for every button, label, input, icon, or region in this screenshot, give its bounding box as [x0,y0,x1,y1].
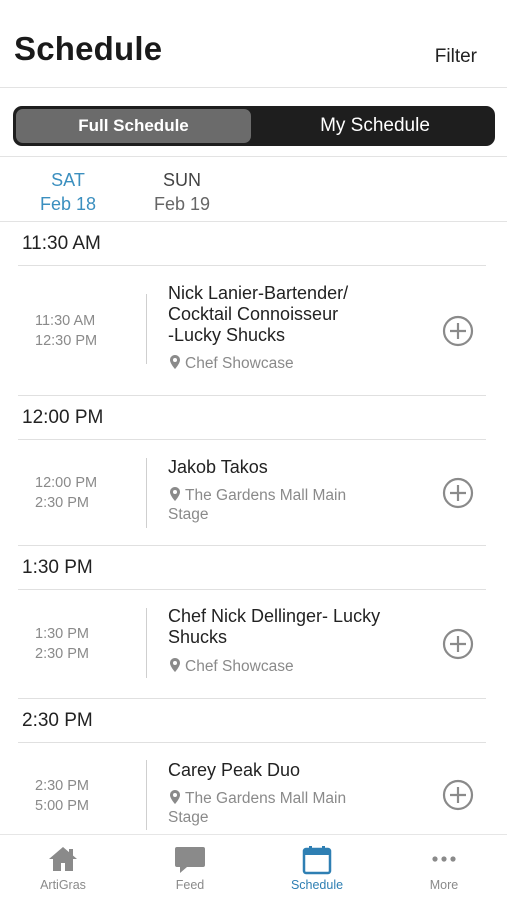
event-title-line: Chef Nick Dellinger- Lucky [168,606,381,626]
location-pin-icon [170,487,180,501]
divider [18,742,486,743]
divider [18,439,486,440]
tab-feed[interactable]: Feed [127,835,253,900]
event-title-line: Nick Lanier-Bartender/ [168,283,349,303]
time-slot-header: 11:30 AM [22,233,101,254]
location-pin-icon [170,658,180,672]
time-slot-header: 12:00 PM [22,407,104,428]
event-start-time: 2:30 PM [35,778,89,794]
day-tab-sat[interactable]: SAT Feb 18 [30,168,106,216]
location-line: The Gardens Mall Main [185,487,347,504]
divider [0,221,507,222]
divider [18,395,486,396]
event-title[interactable]: Nick Lanier-Bartender/ Cocktail Connoiss… [168,283,418,346]
divider [0,156,507,157]
time-separator [146,608,147,678]
divider [18,698,486,699]
tab-label: Schedule [290,878,344,892]
event-location: The Gardens Mall Main Stage [168,486,408,524]
event-location: Chef Showcase [168,354,408,373]
header-bar: Schedule Filter [0,0,507,88]
event-title[interactable]: Jakob Takos [168,457,418,478]
add-to-schedule-icon[interactable] [442,628,474,660]
event-end-time: 2:30 PM [35,495,89,511]
divider [18,265,486,266]
full-schedule-tab[interactable]: Full Schedule [16,109,251,143]
location-pin-icon [170,790,180,804]
add-to-schedule-icon[interactable] [442,477,474,509]
event-times: 2:30 PM 5:00 PM [35,776,89,816]
time-slot-header: 2:30 PM [22,710,93,731]
event-start-time: 12:00 PM [35,475,98,491]
time-separator [146,294,147,364]
more-dots-icon [432,856,456,862]
event-times: 11:30 AM 12:30 PM [35,311,97,351]
location-pin-icon [170,355,180,369]
time-separator [146,458,147,528]
tab-label: Feed [175,878,205,892]
add-to-schedule-icon[interactable] [442,779,474,811]
location-line: The Gardens Mall Main [185,790,347,807]
schedule-segmented-control: Full Schedule My Schedule [13,106,495,146]
event-title[interactable]: Chef Nick Dellinger- Lucky Shucks [168,606,418,648]
my-schedule-tab[interactable]: My Schedule [255,109,495,143]
location-line: Stage [168,506,209,523]
event-title-line: Cocktail Connoisseur [168,304,339,324]
add-to-schedule-icon[interactable] [442,315,474,347]
tab-schedule[interactable]: Schedule [254,835,380,900]
tab-more[interactable]: More [381,835,507,900]
divider [18,589,486,590]
calendar-icon [302,846,332,875]
time-separator [146,760,147,830]
event-location: Chef Showcase [168,657,408,676]
tab-label: ArtiGras [40,878,86,892]
event-start-time: 1:30 PM [35,626,89,642]
event-times: 1:30 PM 2:30 PM [35,624,89,664]
event-start-time: 11:30 AM [35,313,96,329]
day-of-week: SUN [162,170,201,190]
day-date: Feb 19 [153,194,211,214]
event-end-time: 2:30 PM [35,646,89,662]
filter-button[interactable]: Filter [435,46,477,68]
time-slot-header: 1:30 PM [22,557,93,578]
event-title-line: Jakob Takos [168,457,268,477]
location-line: Chef Showcase [185,658,294,675]
event-end-time: 5:00 PM [35,798,89,814]
location-line: Stage [168,809,209,826]
bottom-tab-bar: ArtiGras Feed Schedule More [0,834,507,900]
day-of-week: SAT [51,170,85,190]
event-times: 12:00 PM 2:30 PM [35,473,97,513]
event-title-line: Shucks [168,627,228,647]
tab-artigras[interactable]: ArtiGras [0,835,126,900]
event-location: The Gardens Mall Main Stage [168,789,408,827]
tab-label: More [429,878,459,892]
divider [18,545,486,546]
event-end-time: 12:30 PM [35,333,98,349]
home-icon [49,847,77,871]
event-title-line: -Lucky Shucks [168,325,286,345]
day-date: Feb 18 [39,194,97,214]
chat-bubble-icon [175,847,205,873]
day-tab-sun[interactable]: SUN Feb 19 [144,168,220,216]
event-title[interactable]: Carey Peak Duo [168,760,418,781]
location-line: Chef Showcase [185,355,294,372]
page-title: Schedule [14,30,163,67]
event-title-line: Carey Peak Duo [168,760,301,780]
